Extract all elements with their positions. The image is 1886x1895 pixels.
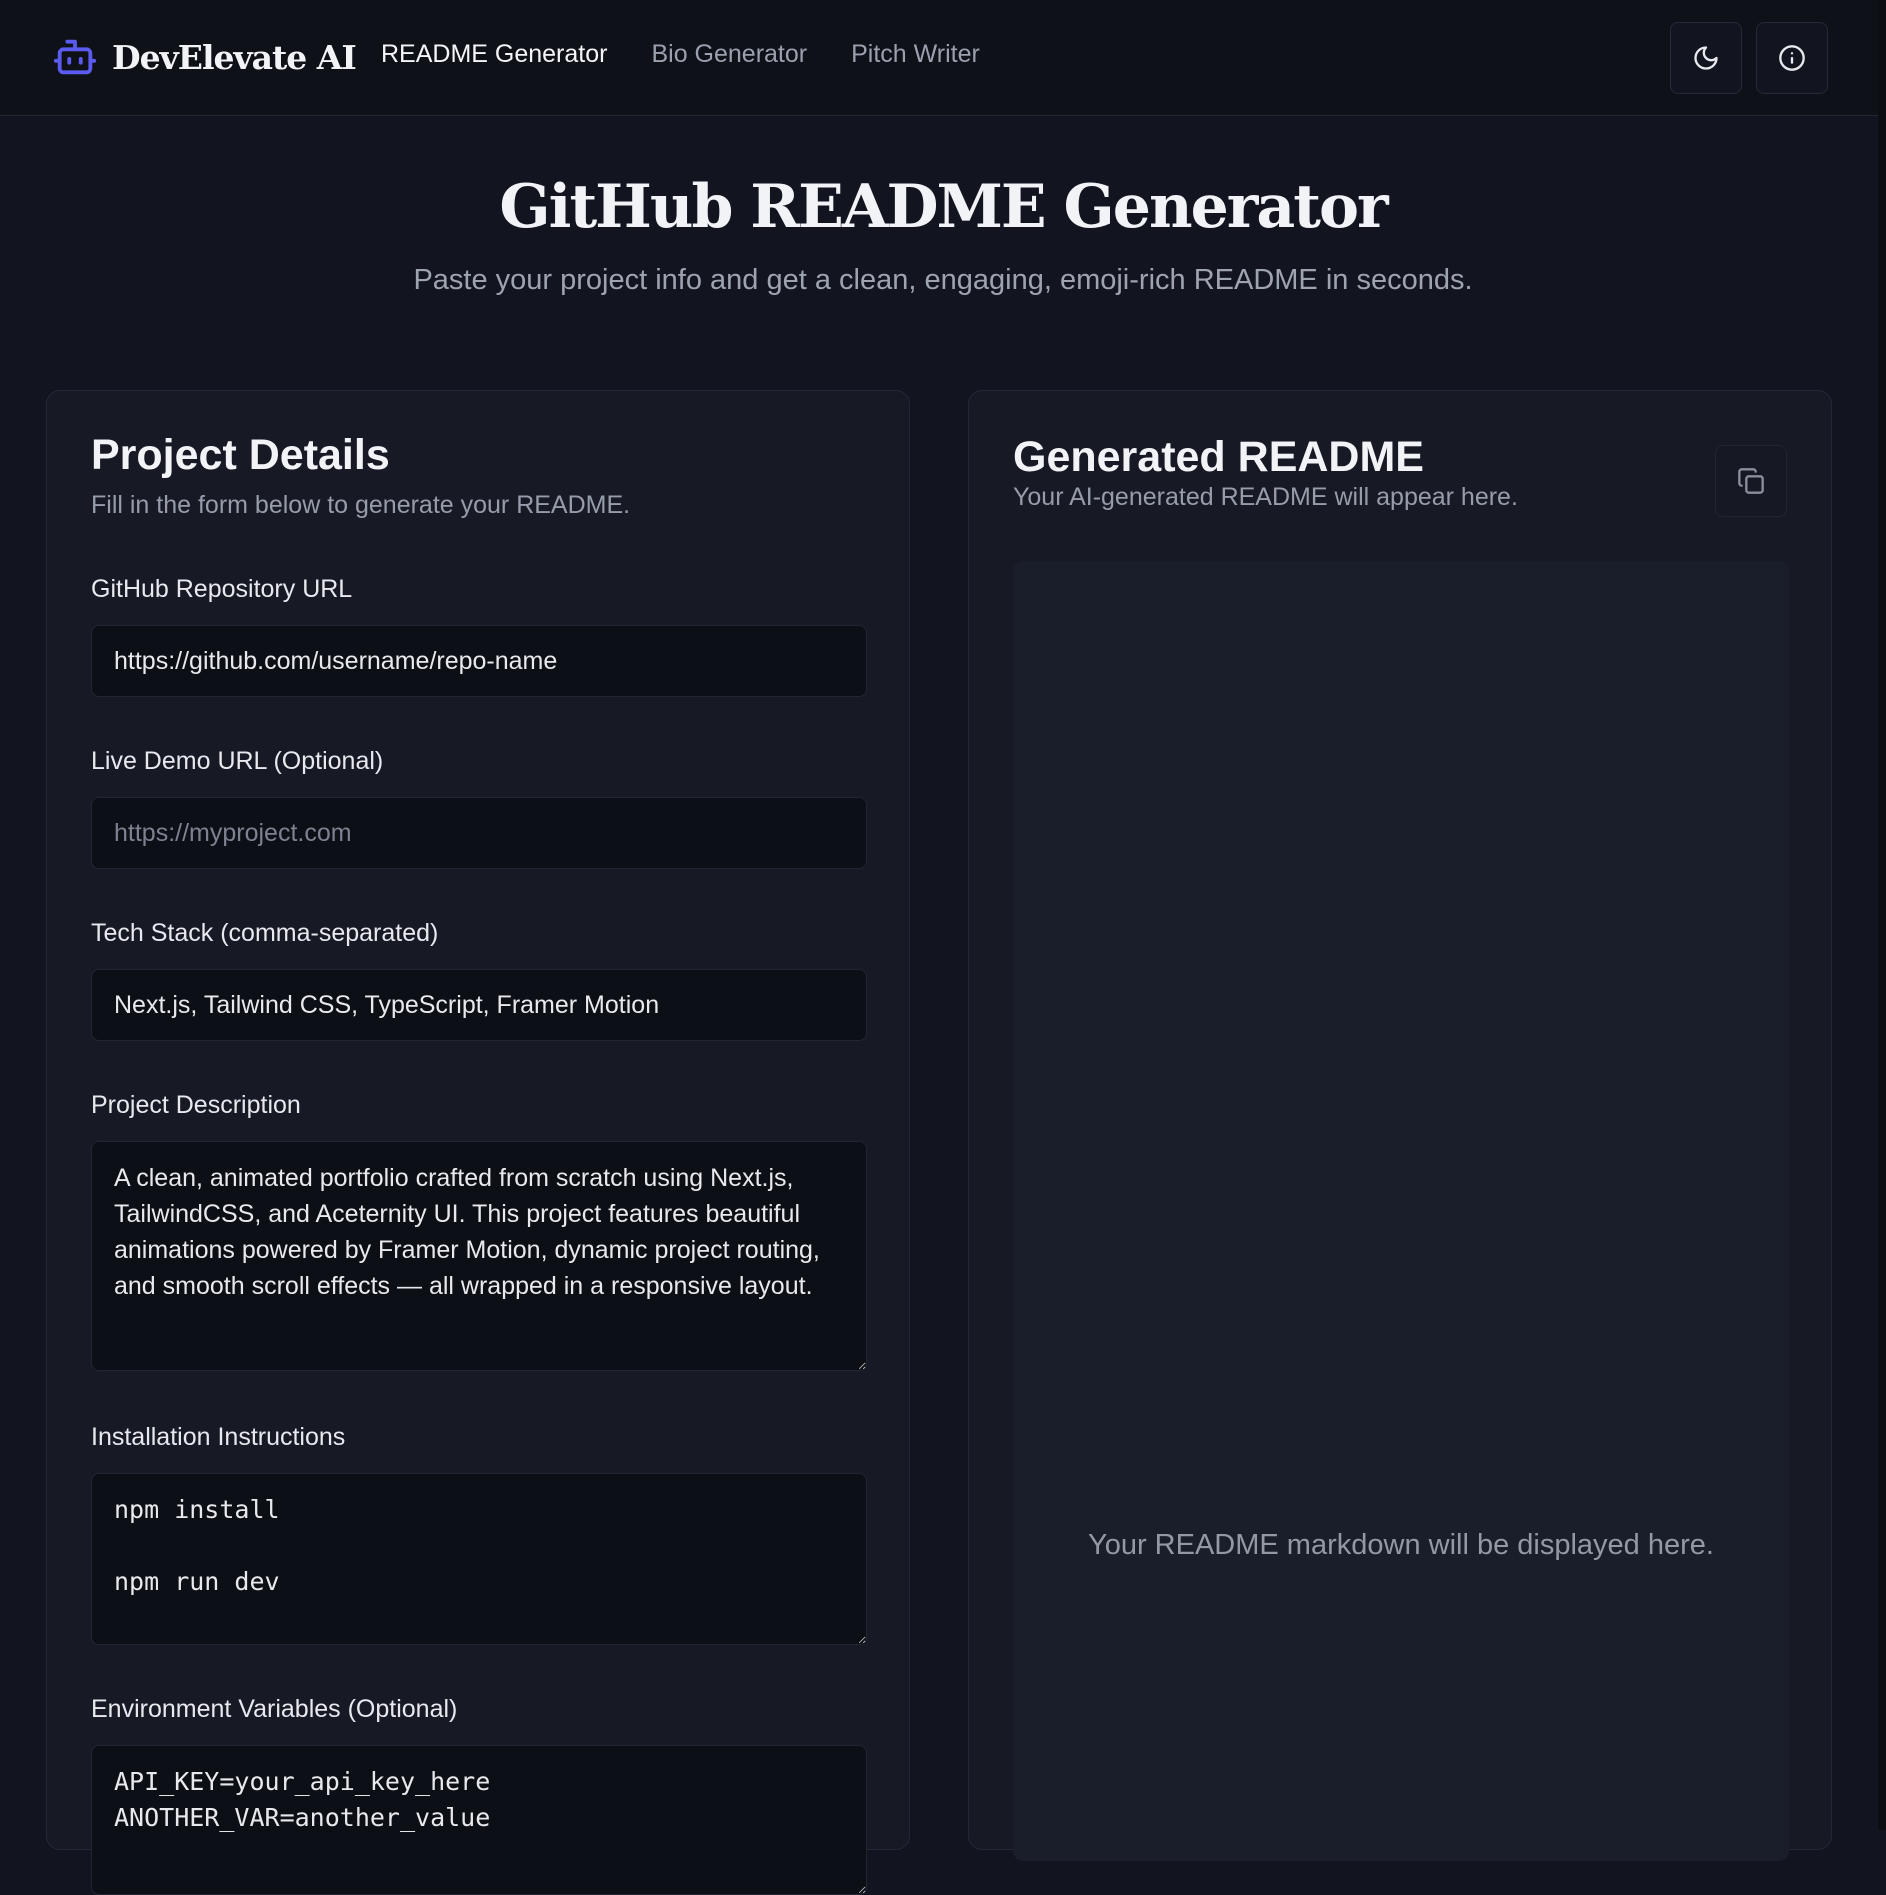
moon-icon	[1694, 46, 1718, 70]
main-nav: README Generator Bio Generator Pitch Wri…	[381, 40, 980, 69]
description-textarea[interactable]: A clean, animated portfolio crafted from…	[91, 1141, 867, 1371]
nav-bio-generator[interactable]: Bio Generator	[651, 40, 807, 69]
demo-url-input[interactable]	[91, 797, 867, 869]
repo-url-label: GitHub Repository URL	[91, 575, 353, 603]
info-button[interactable]	[1756, 22, 1828, 94]
copy-button[interactable]	[1715, 445, 1787, 517]
output-placeholder: Your README markdown will be displayed h…	[1088, 1529, 1714, 1561]
top-navbar: DevElevate AI README Generator Bio Gener…	[0, 0, 1886, 116]
brand-logo[interactable]: DevElevate AI	[52, 34, 357, 80]
installation-textarea[interactable]: npm install npm run dev	[91, 1473, 867, 1645]
project-details-card: Project Details Fill in the form below t…	[46, 390, 910, 1895]
tech-stack-label: Tech Stack (comma-separated)	[91, 919, 439, 947]
form-title: Project Details	[91, 431, 390, 479]
demo-url-label: Live Demo URL (Optional)	[91, 747, 384, 775]
nav-readme-generator[interactable]: README Generator	[381, 40, 607, 69]
page-scrollbar[interactable]	[1878, 0, 1886, 1830]
theme-toggle-button[interactable]	[1670, 22, 1742, 94]
env-vars-textarea[interactable]: API_KEY=your_api_key_here ANOTHER_VAR=an…	[91, 1745, 867, 1895]
output-title: Generated README	[1013, 433, 1424, 481]
page-title: GitHub README Generator	[499, 172, 1388, 242]
output-subtitle: Your AI-generated README will appear her…	[1013, 483, 1518, 511]
page-subtitle: Paste your project info and get a clean,…	[413, 264, 1473, 296]
copy-icon	[1738, 468, 1764, 494]
bot-icon	[53, 39, 97, 75]
installation-label: Installation Instructions	[91, 1423, 346, 1451]
info-icon	[1779, 45, 1805, 71]
brand-name: DevElevate AI	[112, 37, 357, 77]
tech-stack-input[interactable]	[91, 969, 867, 1041]
generated-readme-card: Generated README Your AI-generated READM…	[968, 390, 1832, 1861]
form-subtitle: Fill in the form below to generate your …	[91, 491, 631, 519]
description-label: Project Description	[91, 1091, 301, 1119]
repo-url-input[interactable]	[91, 625, 867, 697]
env-vars-label: Environment Variables (Optional)	[91, 1695, 458, 1723]
nav-pitch-writer[interactable]: Pitch Writer	[851, 40, 980, 69]
readme-output-area[interactable]: Your README markdown will be displayed h…	[1013, 561, 1789, 1861]
